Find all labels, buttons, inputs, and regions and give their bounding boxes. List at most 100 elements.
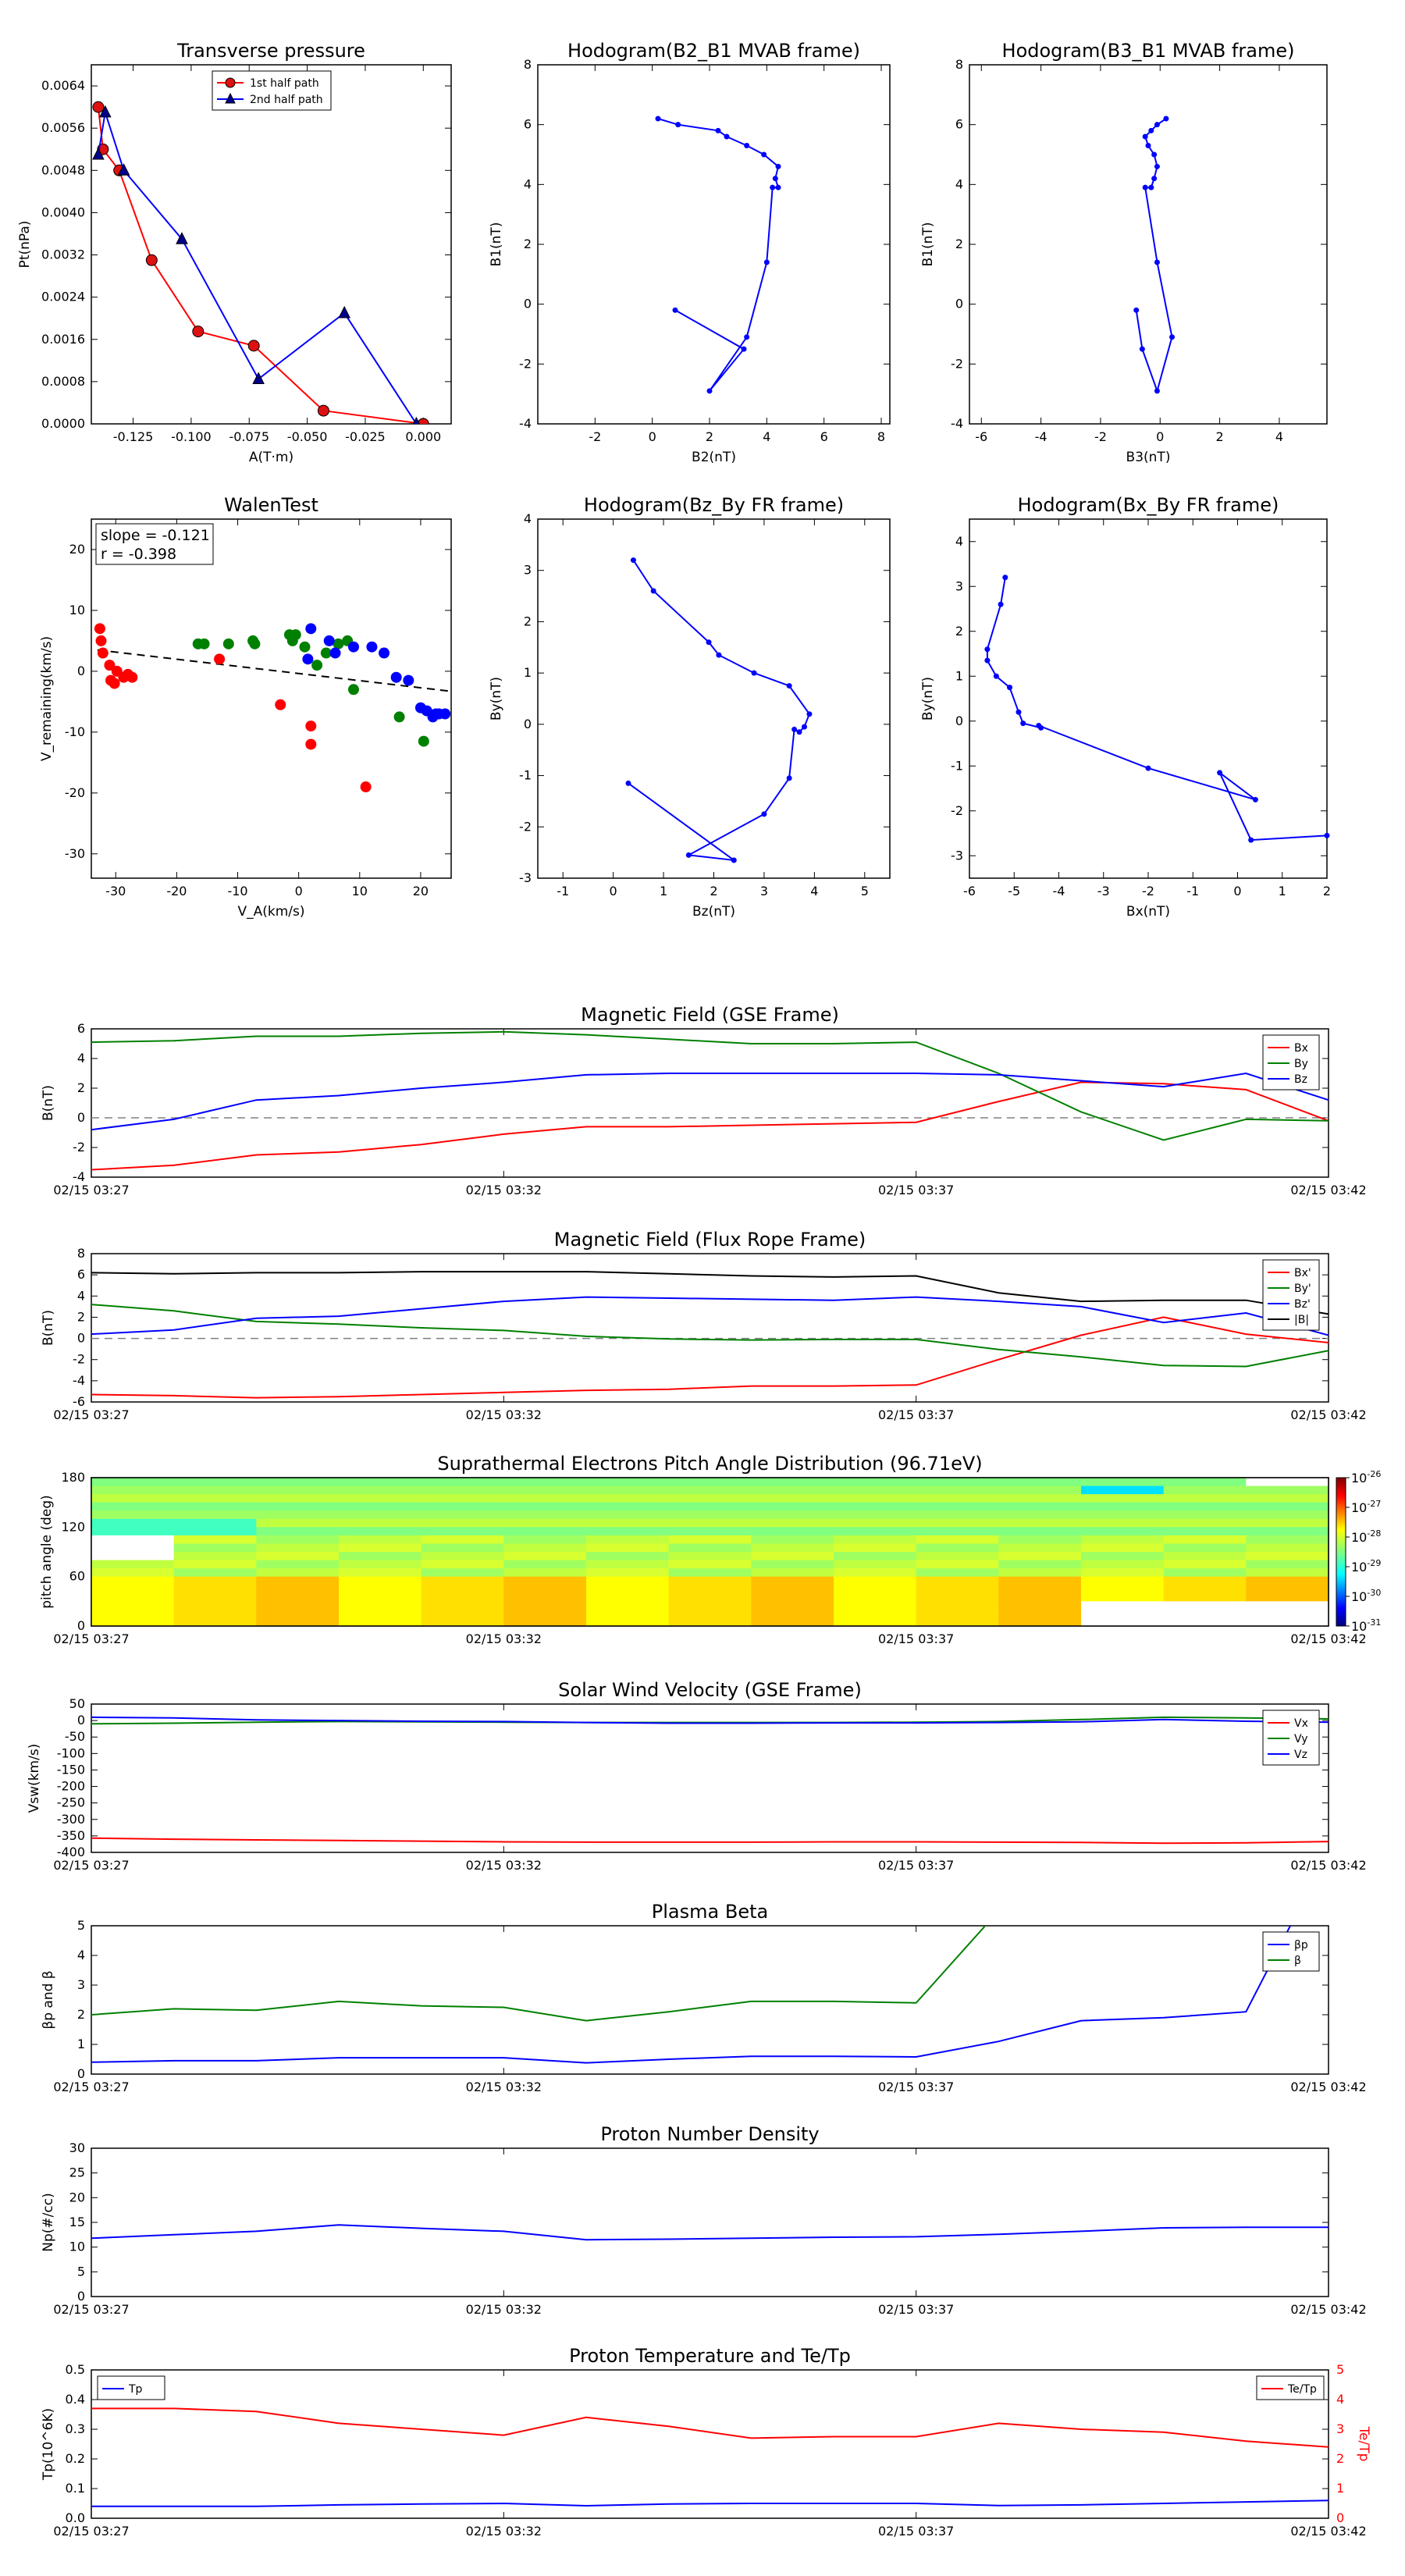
heatmap-cell (91, 1502, 175, 1511)
y-tick-label: 2 (524, 237, 532, 251)
data-point (724, 133, 730, 140)
heatmap-cell (91, 1585, 175, 1594)
heatmap-cell (503, 1576, 587, 1585)
data-point (1148, 184, 1154, 190)
heatmap-cell (1246, 1518, 1329, 1528)
heatmap-cell (916, 1518, 999, 1528)
data-point (1016, 709, 1022, 715)
data-point (347, 684, 359, 696)
y-tick-label: 2 (955, 237, 963, 251)
heatmap-cell (998, 1601, 1082, 1610)
y-tick-label: 6 (955, 117, 963, 132)
data-point (1163, 116, 1169, 122)
heatmap-cell (339, 1601, 422, 1610)
heatmap-cell (998, 1552, 1082, 1561)
data-point (222, 638, 234, 649)
heatmap-cell (916, 1609, 999, 1619)
y-tick-label: -2 (73, 1140, 85, 1155)
x-tick-label: 5 (861, 884, 869, 898)
data-point (347, 641, 359, 653)
y-axis-label: B(nT) (41, 1310, 56, 1346)
y-tick-label: 0 (77, 1713, 85, 1727)
heatmap-cell (339, 1592, 422, 1602)
heatmap-cell (1163, 1510, 1247, 1520)
heatmap-cell (751, 1560, 834, 1569)
heatmap-cell (256, 1502, 340, 1511)
heatmap-cell (751, 1576, 834, 1585)
y-tick-label: -4 (519, 416, 532, 431)
x-tick-label: 0 (649, 429, 656, 444)
x-tick-label: 02/15 03:32 (466, 1183, 542, 1197)
y-tick-label: 5 (77, 1918, 85, 1933)
series-line-|B| (91, 1271, 1329, 1315)
x-tick-label: 02/15 03:42 (1290, 1407, 1366, 1422)
heatmap-cell (421, 1568, 504, 1578)
heatmap-cell (173, 1510, 257, 1520)
heatmap-cell (256, 1535, 340, 1545)
y-tick-label-right: 3 (1336, 2421, 1344, 2436)
r-text: r = -0.398 (101, 546, 176, 563)
heatmap-cell (1081, 1601, 1165, 1610)
x-tick-label: 1 (1279, 884, 1286, 898)
data-point (801, 724, 807, 730)
y-axis-label: Vsw(km/s) (27, 1744, 42, 1813)
heatmap-cell (256, 1609, 340, 1619)
heatmap-cell (751, 1535, 834, 1545)
y-tick-label: -400 (57, 1845, 85, 1859)
data-point (198, 638, 210, 649)
data-point (305, 720, 317, 732)
y-tick-label: 4 (77, 1948, 85, 1962)
series-line-Te/Tp (91, 2407, 1329, 2448)
heatmap-cell (1246, 1543, 1329, 1553)
heatmap-cell (916, 1585, 999, 1594)
data-point (126, 671, 138, 683)
y-tick-label: -20 (65, 785, 85, 800)
y-axis-label: Tp(10^6K) (41, 2408, 56, 2481)
colorbar-tick-label: 10-28 (1351, 1528, 1381, 1545)
y-tick-label: -350 (57, 1828, 85, 1843)
data-point (761, 151, 767, 158)
heatmap-cell (173, 1609, 257, 1619)
y-tick-label: 0 (77, 664, 85, 678)
heatmap-cell (173, 1560, 257, 1569)
data-point (786, 683, 792, 689)
heatmap-cell (998, 1592, 1082, 1602)
heatmap-cell (173, 1568, 257, 1578)
heatmap-cell (173, 1552, 257, 1561)
heatmap-cell (1246, 1478, 1329, 1487)
heatmap-cell (834, 1543, 917, 1553)
data-point (247, 340, 260, 352)
heatmap-cell (503, 1585, 587, 1594)
y-tick-label: -2 (519, 356, 532, 371)
y-tick-label: 6 (77, 1021, 85, 1036)
data-point (338, 305, 350, 318)
series-group (91, 2407, 1329, 2507)
heatmap-cell (91, 1535, 175, 1545)
data-point (366, 641, 378, 653)
heatmap-cell (503, 1552, 587, 1561)
heatmap-cell (1163, 1568, 1247, 1578)
y-tick-label: -2 (951, 356, 963, 371)
x-axis-label: Bx(nT) (1126, 904, 1170, 920)
x-tick-label: 02/15 03:37 (878, 1407, 954, 1422)
y-tick-label: 0.0008 (41, 374, 85, 389)
heatmap-cell (339, 1560, 422, 1569)
fit-line (97, 649, 452, 692)
data-point (1154, 259, 1160, 265)
series-group (91, 1716, 1329, 1845)
x-tick-label: 02/15 03:37 (878, 1631, 954, 1646)
heatmap-cell (1163, 1543, 1247, 1553)
heatmap-cell (668, 1485, 752, 1495)
chart-bfr: Magnetic Field (Flux Rope Frame) 02/15 03… (41, 1229, 1367, 1422)
data-point (806, 711, 813, 717)
heatmap-cell (586, 1609, 670, 1619)
y-tick-label-right: 2 (1336, 2451, 1344, 2466)
data-point (249, 638, 261, 649)
heatmap-cell (668, 1609, 752, 1619)
heatmap-cell (503, 1617, 587, 1626)
x-axis-label: A(T·m) (249, 450, 293, 465)
y-tick-label: -2 (951, 803, 963, 818)
x-tick-label: 8 (877, 429, 885, 444)
plot-frame (969, 64, 1328, 425)
heatmap-cell (998, 1510, 1082, 1520)
